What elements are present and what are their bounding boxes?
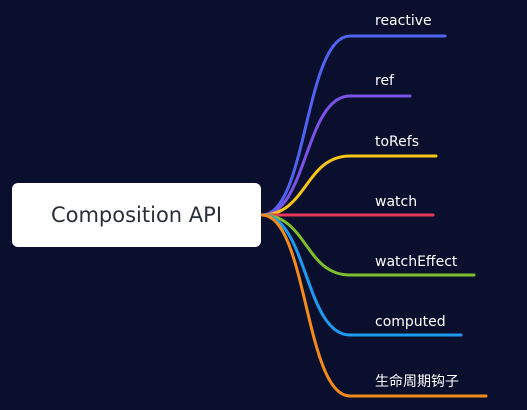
branch-label-torefs[interactable]: toRefs	[375, 133, 419, 151]
branch-label-ref[interactable]: ref	[375, 72, 394, 90]
branch-label-reactive[interactable]: reactive	[375, 12, 432, 30]
root-node-label: Composition API	[50, 203, 223, 227]
root-node[interactable]: Composition API	[12, 183, 261, 247]
branch-label-computed[interactable]: computed	[375, 313, 446, 331]
branch-label-watcheffect[interactable]: watchEffect	[375, 253, 457, 271]
mind-map-canvas: Composition API reactive ref toRefs watc…	[0, 0, 527, 410]
branch-label-lifecycle-hooks[interactable]: 生命周期钩子	[375, 373, 459, 391]
branch-label-watch[interactable]: watch	[375, 193, 417, 211]
branch-connector-lifecycle-hooks	[260, 213, 488, 398]
branch-connector-reactive	[260, 34, 447, 217]
